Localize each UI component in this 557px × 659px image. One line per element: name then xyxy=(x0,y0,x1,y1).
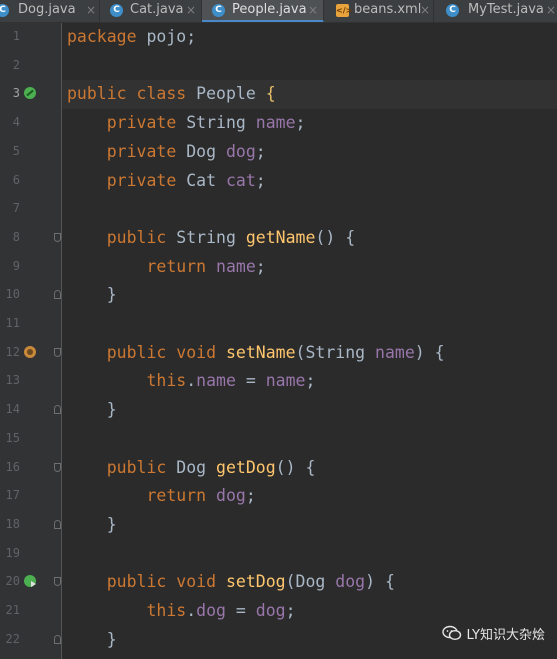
tab-close-icon[interactable]: × xyxy=(420,0,430,20)
line-number: 10 xyxy=(5,287,20,302)
code-line[interactable]: 18 } xyxy=(0,511,557,540)
java-class-icon: C xyxy=(110,4,123,17)
code-line[interactable]: 21 this.dog = dog; xyxy=(0,597,557,626)
line-number: 11 xyxy=(5,316,20,330)
line-number: 9 xyxy=(12,258,20,273)
line-number: 2 xyxy=(12,57,20,72)
code-line[interactable]: 5 private Dog dog; xyxy=(0,138,557,167)
line-number: 19 xyxy=(5,545,20,560)
tab-beans-xml[interactable]: </> beans.xml × xyxy=(324,0,434,22)
line-number: 12 xyxy=(5,344,20,359)
line-number: 21 xyxy=(5,603,20,617)
fold-start-icon[interactable] xyxy=(54,577,61,587)
java-class-icon: C xyxy=(212,4,225,17)
code-line[interactable]: 3 public class People { xyxy=(0,80,557,110)
code-line[interactable]: 10 } xyxy=(0,281,557,310)
line-number: 8 xyxy=(12,229,20,244)
line-number: 22 xyxy=(5,631,20,646)
override-icon[interactable] xyxy=(24,345,36,358)
code-line[interactable]: 2 xyxy=(0,52,557,81)
line-number: 6 xyxy=(12,172,20,187)
code-editor[interactable]: 1 package pojo; 2 3 public class People { 4 p… xyxy=(0,23,557,659)
code-text: private Dog dog; xyxy=(106,141,266,161)
java-class-icon: C xyxy=(0,4,9,17)
line-number: 20 xyxy=(5,574,20,589)
tab-cat-java[interactable]: C Cat.java × xyxy=(100,0,202,22)
code-text: return dog; xyxy=(146,486,256,506)
tab-close-icon[interactable]: × xyxy=(308,0,318,20)
bean-icon[interactable] xyxy=(24,87,36,100)
line-number: 7 xyxy=(12,201,20,216)
code-text: public void setDog(Dog dog) { xyxy=(106,572,395,592)
tab-mytest-java[interactable]: C MyTest.java × xyxy=(434,0,557,22)
fold-end-icon[interactable] xyxy=(54,519,61,529)
ide-window: CDog.java×CCat.java×CPeople.java×</>bean… xyxy=(0,0,557,659)
tab-close-icon[interactable]: × xyxy=(546,0,556,20)
editor-tab-bar: CDog.java×CCat.java×CPeople.java×</>bean… xyxy=(0,0,557,23)
code-line[interactable]: 14 } xyxy=(0,396,557,425)
tab-label: Dog.java xyxy=(18,2,76,17)
code-text: } xyxy=(106,629,117,649)
line-number: 14 xyxy=(5,402,20,417)
code-text: this.dog = dog; xyxy=(146,601,296,620)
tab-close-icon[interactable]: × xyxy=(86,0,96,20)
code-text: } xyxy=(106,285,117,305)
code-line[interactable]: 11 xyxy=(0,310,557,339)
line-number: 16 xyxy=(5,459,20,474)
fold-end-icon[interactable] xyxy=(54,290,61,300)
code-line[interactable]: 6 private Cat cat; xyxy=(0,167,557,196)
wechat-icon xyxy=(441,625,461,641)
xml-file-icon: </> xyxy=(336,4,353,17)
line-number: 17 xyxy=(5,488,20,503)
code-text: } xyxy=(106,400,117,420)
java-class-icon: C xyxy=(446,4,459,17)
code-line[interactable]: 20 public void setDog(Dog dog) { xyxy=(0,568,557,597)
tab-dog-java[interactable]: C Dog.java × xyxy=(0,0,100,22)
fold-end-icon[interactable] xyxy=(54,405,61,415)
watermark: LY知识大杂烩 xyxy=(441,623,545,643)
line-number: 4 xyxy=(12,115,20,130)
fold-start-icon[interactable] xyxy=(54,462,61,472)
fold-start-icon[interactable] xyxy=(54,232,61,242)
tab-people-java[interactable]: C People.java × xyxy=(202,0,324,22)
line-number: 5 xyxy=(12,143,20,158)
code-line[interactable]: 19 xyxy=(0,540,557,569)
code-line[interactable]: 8 public String getName() { xyxy=(0,224,557,253)
tab-label: Cat.java xyxy=(130,2,184,17)
watermark-label: LY知识大杂烩 xyxy=(466,627,545,643)
line-number: 13 xyxy=(5,373,20,388)
tab-label: MyTest.java xyxy=(468,2,544,17)
fold-end-icon[interactable] xyxy=(54,634,61,644)
code-text: private String name; xyxy=(106,113,306,133)
code-text: private Cat cat; xyxy=(106,170,266,190)
code-text: public Dog getDog() { xyxy=(106,457,316,477)
code-text: public String getName() { xyxy=(106,227,356,247)
bean-navigate-icon[interactable] xyxy=(24,575,36,588)
code-line[interactable]: 9 return name; xyxy=(0,253,557,282)
code-line[interactable]: 4 private String name; xyxy=(0,109,557,138)
line-number: 15 xyxy=(5,430,20,445)
code-text: this.name = name; xyxy=(146,371,316,391)
tab-label: People.java xyxy=(232,2,307,17)
line-number: 1 xyxy=(12,29,20,43)
code-line[interactable]: 16 public Dog getDog() { xyxy=(0,454,557,483)
tab-label: beans.xml xyxy=(354,2,422,17)
code-line[interactable]: 15 xyxy=(0,425,557,454)
code-line[interactable]: 13 this.name = name; xyxy=(0,367,557,396)
line-number: 18 xyxy=(5,516,20,531)
code-text: public class People { xyxy=(67,84,276,104)
code-text: public void setName(String name) { xyxy=(106,342,445,362)
code-line[interactable]: 17 return dog; xyxy=(0,482,557,511)
code-text: return name; xyxy=(146,256,266,276)
fold-start-icon[interactable] xyxy=(54,347,61,357)
code-line[interactable]: 7 xyxy=(0,195,557,224)
code-line[interactable]: 12 public void setName(String name) { xyxy=(0,339,557,368)
code-text: package pojo; xyxy=(67,27,197,46)
tab-close-icon[interactable]: × xyxy=(186,0,196,20)
line-number: 3 xyxy=(12,86,20,101)
code-line[interactable]: 1 package pojo; xyxy=(0,23,557,52)
code-text: } xyxy=(106,514,117,534)
